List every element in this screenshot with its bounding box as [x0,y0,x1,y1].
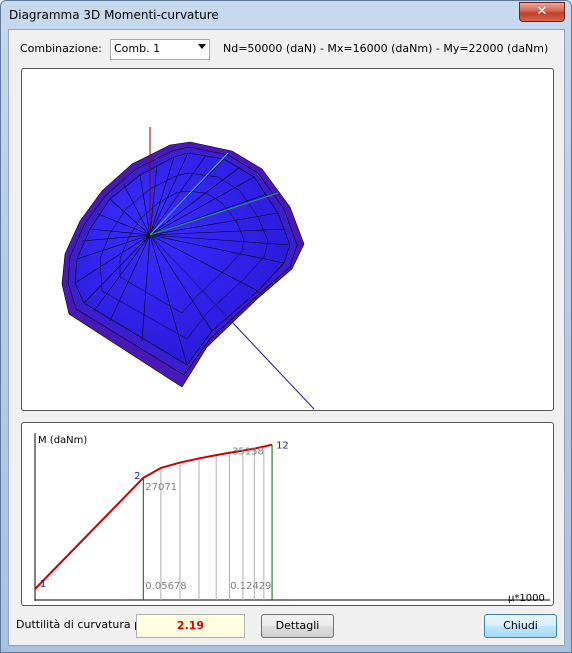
y-axis-label: M (daNm) [38,435,87,446]
dialog-window: Diagramma 3D Momenti-curvature ✕ Combina… [0,0,572,653]
surface-3d-view[interactable] [21,68,554,411]
details-button[interactable]: Dettagli [261,614,334,638]
ductility-value: 2.19 [136,614,245,638]
x-axis-label: μ*1000 [508,593,545,604]
ductility-label: Duttilità di curvatura μf: [16,618,149,631]
dialog-client-area: Combinazione: Comb. 1 Nd=50000 (daN) - M… [8,29,565,646]
point-label: 12 [276,441,289,452]
ultimate-moment-label: 35158 [232,447,264,458]
title-bar: Diagramma 3D Momenti-curvature ✕ [1,1,571,29]
chevron-down-icon [198,44,206,49]
window-title: Diagramma 3D Momenti-curvature [9,8,219,22]
forces-summary: Nd=50000 (daN) - Mx=16000 (daNm) - My=22… [223,42,549,55]
combination-select[interactable]: Comb. 1 [110,39,210,60]
point-label: 1 [40,579,46,590]
moment-curvature-curve [34,443,273,590]
close-button[interactable]: Chiudi [484,614,557,638]
combination-select-value: Comb. 1 [114,42,161,55]
close-icon: ✕ [536,4,548,19]
point-labels: 1212 [40,441,289,590]
ultimate-curvature-label: 0.12429 [230,581,271,592]
moment-curvature-chart: M (daNm) μ*1000 1 2 12 27071 35158 0.05678… [21,422,554,606]
surface-3d-shape [61,127,315,410]
yield-moment-label: 27071 [145,482,177,493]
point-label: 2 [134,471,140,482]
yield-curvature-label: 0.05678 [145,581,186,592]
moment-curvature-canvas: M (daNm) μ*1000 1212 27071 35158 0.05678… [34,433,550,604]
surface-3d-canvas [61,127,315,410]
combination-label: Combinazione: [20,42,102,55]
window-close-button[interactable]: ✕ [519,2,565,22]
